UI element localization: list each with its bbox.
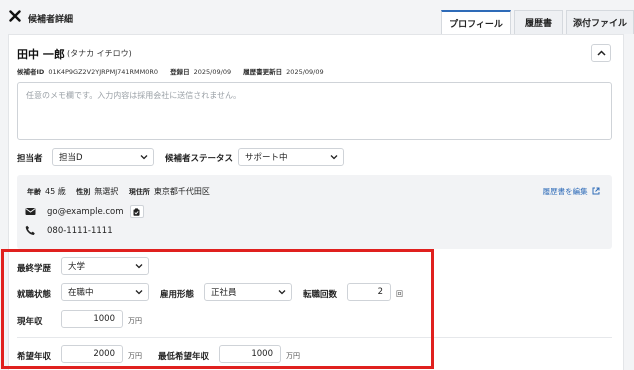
edit-resume-link[interactable]: 履歴書を編集 <box>543 186 600 197</box>
chevron-down-icon <box>140 155 148 160</box>
address-label: 現住所 <box>128 188 150 196</box>
phone-row: 080-1111-1111 <box>25 225 113 236</box>
gender-value: 無選択 <box>94 187 119 196</box>
updated-date: 2025/09/09 <box>286 68 324 76</box>
external-link-icon <box>592 187 600 195</box>
status-select[interactable]: サポート中 <box>238 148 344 166</box>
updated-label: 履歴書更新日 <box>243 68 283 76</box>
age-label: 年齢 <box>27 188 41 196</box>
profile-summary: 年齢 45 歳 性別 無選択 現住所 東京都千代田区 <box>27 186 218 197</box>
clipboard-icon <box>133 207 140 216</box>
status-select-value: サポート中 <box>245 153 288 163</box>
registered-label: 登録日 <box>170 68 190 76</box>
tab-bar: プロフィール 履歴書 添付ファイル <box>438 10 634 34</box>
tab-profile[interactable]: プロフィール <box>441 10 511 34</box>
candidate-kana: (タナカ イチロウ) <box>67 49 132 58</box>
candidate-meta: 候補者ID 01K4P9GZ2V2YJRPMJ741RMM0R0 登録日 2025/… <box>17 66 334 76</box>
age-value: 45 歳 <box>45 187 66 196</box>
gender-label: 性別 <box>76 188 91 196</box>
address-value: 東京都千代田区 <box>153 187 210 196</box>
collapse-button[interactable] <box>591 44 611 62</box>
copy-email-button[interactable] <box>129 205 144 218</box>
candidate-id-label: 候補者ID <box>17 68 45 76</box>
candidate-id: 01K4P9GZ2V2YJRPMJ741RMM0R0 <box>48 68 159 76</box>
phone-icon <box>25 225 35 235</box>
envelope-icon <box>25 208 36 215</box>
email-row: go@example.com <box>25 205 144 218</box>
email-value: go@example.com <box>47 206 124 217</box>
header-bar: 候補者詳細 プロフィール 履歴書 添付ファイル <box>0 0 634 34</box>
edit-resume-label: 履歴書を編集 <box>542 187 588 196</box>
chevron-up-icon <box>596 50 606 56</box>
chevron-down-icon <box>330 155 338 160</box>
highlight-box <box>1 249 434 369</box>
tab-attachments[interactable]: 添付ファイル <box>566 10 634 34</box>
tab-history[interactable]: 履歴書 <box>514 10 563 34</box>
status-label: 候補者ステータス <box>165 154 234 164</box>
page-title: 候補者詳細 <box>28 15 74 25</box>
owner-select-value: 担当D <box>59 153 83 163</box>
profile-info-card: 年齢 45 歳 性別 無選択 現住所 東京都千代田区 履歴書を編集 go@exampl… <box>17 175 612 249</box>
candidate-name: 田中 一郎 <box>17 48 65 61</box>
close-icon[interactable] <box>9 10 21 22</box>
registered-date: 2025/09/09 <box>193 68 232 76</box>
owner-select[interactable]: 担当D <box>52 148 154 166</box>
owner-label: 担当者 <box>17 154 43 164</box>
phone-value: 080-1111-1111 <box>47 225 113 236</box>
memo-textarea[interactable]: 任意のメモ欄です。入力内容は採用会社に送信されません。 <box>17 82 612 140</box>
